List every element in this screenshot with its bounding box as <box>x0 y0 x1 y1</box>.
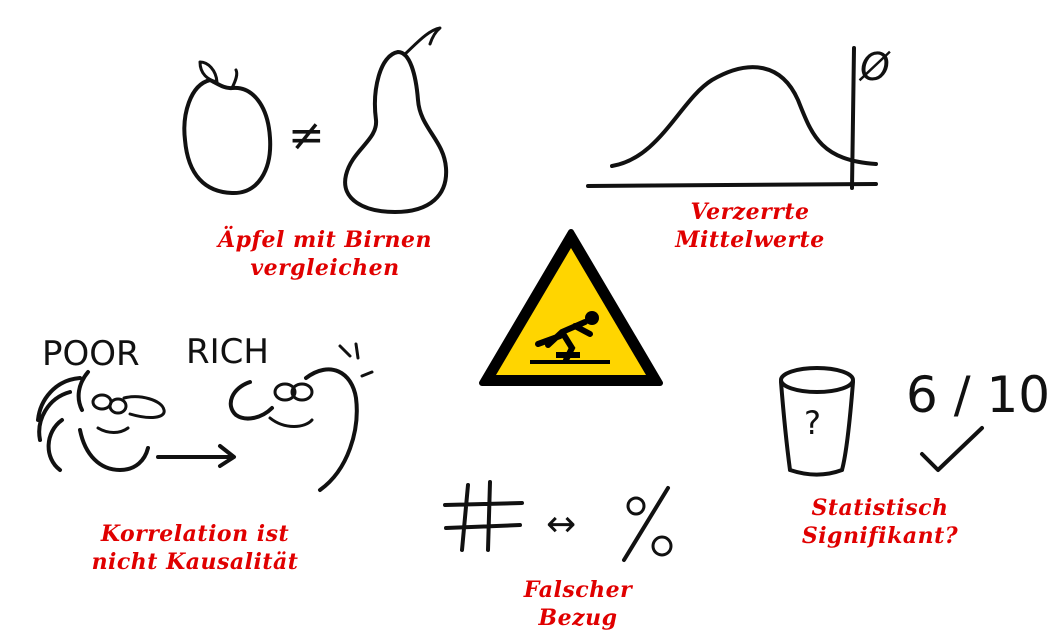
cup-icon: ? <box>779 366 855 477</box>
checkmark-icon <box>920 426 984 472</box>
caption-correlation: Korrelation ist nicht Kausalität <box>85 520 305 576</box>
caption-reference-line2: Bezug <box>538 605 618 631</box>
pear-icon <box>343 26 449 214</box>
skewed-distribution-icon <box>586 46 878 190</box>
hash-symbol-icon <box>443 480 524 552</box>
warning-trip-hazard-icon <box>479 229 663 386</box>
score-text: 6 / 10 <box>906 366 1050 424</box>
poor-label: POOR <box>42 334 140 374</box>
average-symbol: Ø <box>858 45 891 89</box>
causal-arrow-icon <box>156 444 236 468</box>
not-equal-sign: ≠ <box>288 110 325 161</box>
caption-means-line2: Mittelwerte <box>675 227 825 253</box>
caption-reference: Falscher Bezug <box>508 576 648 632</box>
poor-face-icon <box>36 370 166 472</box>
double-arrow-icon: ↔ <box>546 504 576 545</box>
caption-significance-line2: Signifikant? <box>801 523 959 549</box>
caption-significance: Statistisch Signifikant? <box>785 494 975 550</box>
caption-apples-line1: Äpfel mit Birnen <box>218 227 432 253</box>
caption-significance-line1: Statistisch <box>811 495 949 521</box>
apple-icon <box>182 60 273 196</box>
percent-symbol-icon <box>622 486 673 562</box>
caption-apples-line2: vergleichen <box>250 255 400 281</box>
svg-text:?: ? <box>804 404 821 442</box>
rich-label: RICH <box>186 332 269 372</box>
caption-means: Verzerrte Mittelwerte <box>655 198 845 254</box>
caption-means-line1: Verzerrte <box>690 199 810 225</box>
caption-reference-line1: Falscher <box>523 577 633 603</box>
caption-apples: Äpfel mit Birnen vergleichen <box>215 226 435 282</box>
caption-correlation-line1: Korrelation ist <box>100 521 290 547</box>
caption-correlation-line2: nicht Kausalität <box>91 549 299 575</box>
